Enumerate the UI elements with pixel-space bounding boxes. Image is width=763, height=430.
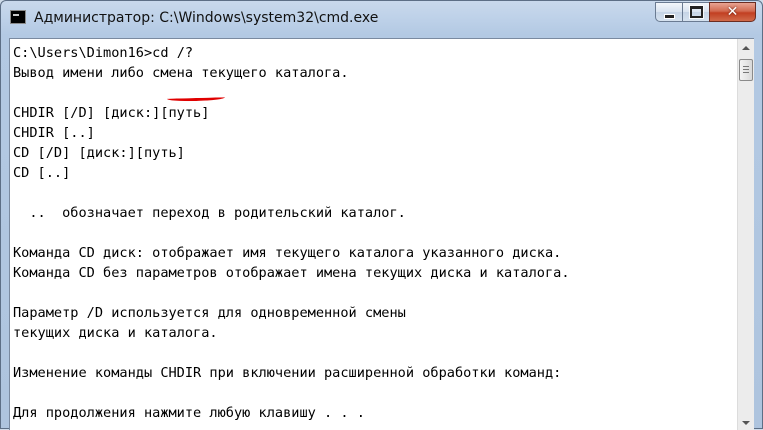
close-icon: ✕ (726, 4, 739, 20)
cmd-window: Администратор: C:\Windows\system32\cmd.e… (0, 0, 763, 430)
arrow-up-icon (742, 45, 750, 50)
arrow-down-icon (742, 420, 750, 425)
console-line: текущих диска и каталога. (13, 325, 218, 341)
prompt-line: C:\Users\Dimon16>cd /? (13, 43, 570, 63)
maximize-button[interactable] (682, 2, 709, 22)
console-line: CHDIR [/D] [диск:][путь] (13, 105, 210, 121)
minimize-button[interactable] (655, 2, 682, 22)
title-bar[interactable]: Администратор: C:\Windows\system32\cmd.e… (1, 1, 762, 37)
vertical-scrollbar[interactable] (737, 39, 754, 430)
console-line: Команда CD диск: отображает имя текущего… (13, 245, 562, 261)
console-line: CHDIR [..] (13, 125, 95, 141)
prompt: C:\Users\Dimon16> (13, 45, 153, 61)
scroll-down-button[interactable] (738, 414, 754, 430)
console-output[interactable]: C:\Users\Dimon16>cd /? Вывод имени либо … (9, 38, 754, 430)
console-line: Команда CD без параметров отображает име… (13, 265, 570, 281)
close-button[interactable]: ✕ (709, 2, 756, 22)
cmd-icon[interactable] (10, 10, 26, 24)
maximize-icon (688, 5, 704, 19)
console-line: Изменение команды CHDIR при включении ра… (13, 365, 562, 381)
window-controls: ✕ (655, 2, 756, 22)
console-line: CD [/D] [диск:][путь] (13, 145, 185, 161)
command-text: cd /? (152, 45, 194, 61)
window-title: Администратор: C:\Windows\system32\cmd.e… (34, 10, 379, 26)
console-line: .. обозначает переход в родительский кат… (13, 205, 406, 221)
console-lines: C:\Users\Dimon16>cd /? Вывод имени либо … (13, 43, 570, 423)
console-line: CD [..] (13, 165, 71, 181)
scroll-thumb[interactable] (739, 59, 753, 81)
minimize-icon (663, 13, 675, 19)
console-line: Вывод имени либо смена текущего каталога… (13, 65, 349, 81)
console-line: Параметр /D используется для одновременн… (13, 305, 406, 321)
scroll-up-button[interactable] (738, 39, 754, 56)
console-line: Для продолжения нажмите любую клавишу . … (13, 405, 365, 421)
